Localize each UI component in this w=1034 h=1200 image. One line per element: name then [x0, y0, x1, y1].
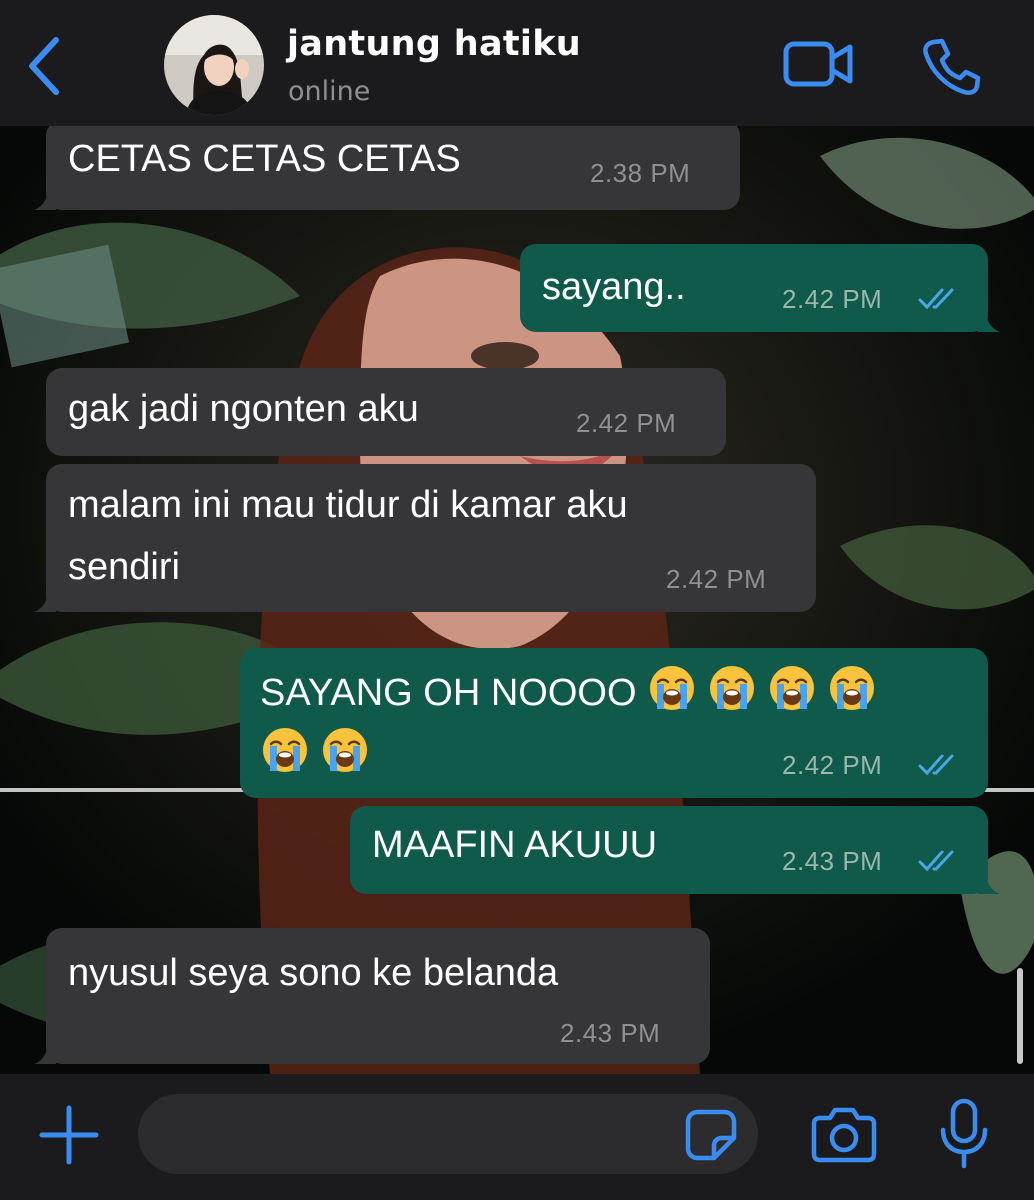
message-text: MAAFIN AKUUU [372, 824, 658, 866]
message-text: malam ini mau tidur di kamar aku [68, 484, 628, 526]
message-text: sayang.. [542, 266, 686, 308]
loudly-crying-face-icon [769, 666, 814, 710]
voice-call-button[interactable] [920, 36, 982, 98]
message-bubble-incoming[interactable]: malam ini mau tidur di kamar aku sendiri… [34, 464, 816, 612]
bubble-tail [34, 588, 56, 612]
avatar-image [164, 15, 264, 115]
loudly-crying-face-icon [829, 666, 874, 710]
plus-icon [39, 1105, 99, 1165]
video-call-button[interactable] [782, 38, 856, 92]
read-receipt-icon [918, 754, 954, 776]
video-camera-icon [783, 41, 853, 87]
message-input[interactable] [138, 1094, 758, 1174]
message-bubble-outgoing[interactable]: MAAFIN AKUUU 2.43 PM [350, 806, 1000, 894]
loudly-crying-face-icon [323, 728, 367, 772]
message-time: 2.42 PM [782, 284, 883, 314]
sticker-icon [685, 1109, 737, 1161]
message-text: SAYANG OH NOOOO [260, 662, 877, 724]
read-receipt-icon [918, 288, 954, 310]
phone-icon [923, 38, 981, 95]
sticker-button[interactable] [684, 1108, 738, 1162]
loudly-crying-face-icon [709, 666, 754, 710]
message-bubble-outgoing[interactable]: sayang.. 2.42 PM [520, 244, 1000, 332]
attach-button[interactable] [38, 1104, 100, 1166]
bubble-tail [978, 870, 1000, 894]
message-time: 2.43 PM [560, 1018, 661, 1048]
message-time: 2.42 PM [782, 750, 883, 780]
message-bubble-outgoing[interactable]: SAYANG OH NOOOO 2.42 PM [240, 648, 988, 798]
message-text-line: SAYANG OH NOOOO [260, 672, 637, 714]
contact-avatar[interactable] [164, 15, 264, 115]
read-receipt-icon [918, 850, 954, 872]
microphone-icon [940, 1098, 988, 1169]
bubble-tail [34, 1040, 56, 1064]
microphone-button[interactable] [938, 1098, 990, 1170]
chevron-left-icon [29, 37, 59, 95]
message-time: 2.42 PM [666, 564, 767, 594]
message-time: 2.43 PM [782, 846, 883, 876]
message-text: nyusul seya sono ke belanda [68, 952, 559, 994]
emoji-group [250, 724, 370, 786]
message-time: 2.42 PM [576, 408, 677, 438]
message-text: gak jadi ngonten aku [68, 388, 419, 430]
contact-name[interactable]: jantung hatiku [287, 24, 581, 64]
message-bubble-incoming[interactable]: CETAS CETAS CETAS 2.38 PM [34, 126, 740, 210]
message-text: CETAS CETAS CETAS [68, 138, 461, 180]
chat-area[interactable]: CETAS CETAS CETAS 2.38 PM sayang.. 2.42 … [0, 126, 1034, 1074]
message-bubble-incoming[interactable]: gak jadi ngonten aku 2.42 PM [46, 368, 726, 456]
loudly-crying-face-icon [649, 666, 694, 710]
message-bubble-incoming[interactable]: nyusul seya sono ke belanda 2.43 PM [34, 928, 710, 1064]
scroll-indicator[interactable] [1017, 968, 1023, 1064]
back-button[interactable] [22, 34, 70, 98]
contact-status: online [288, 76, 371, 107]
loudly-crying-face-icon [263, 728, 307, 772]
bubble-tail [978, 308, 1000, 332]
message-text: sendiri [68, 546, 180, 588]
message-time: 2.38 PM [590, 158, 691, 188]
bubble-tail [34, 186, 56, 210]
emoji-group [637, 666, 877, 714]
camera-icon [811, 1107, 877, 1163]
camera-button[interactable] [810, 1104, 878, 1164]
